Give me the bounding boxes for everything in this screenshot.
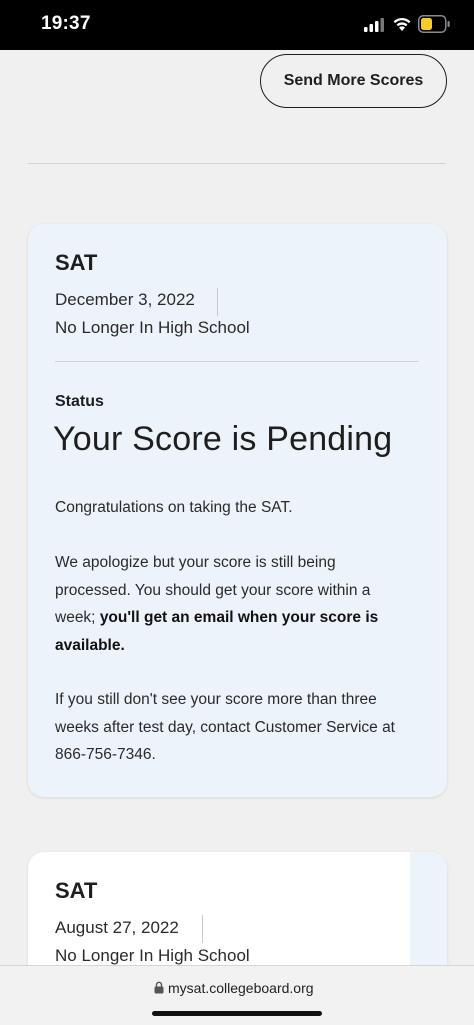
grade-level: No Longer In High School bbox=[55, 946, 250, 965]
grade-level: No Longer In High School bbox=[55, 318, 250, 337]
browser-url-bar[interactable]: mysat.collegeboard.org bbox=[0, 965, 474, 1025]
card-divider bbox=[55, 361, 419, 362]
test-name: SAT bbox=[55, 250, 98, 275]
battery-icon bbox=[418, 15, 450, 33]
test-date: August 27, 2022 bbox=[55, 918, 179, 937]
status-bar: 19:37 bbox=[0, 0, 474, 50]
url-text[interactable]: mysat.collegeboard.org bbox=[168, 980, 314, 996]
status-title: Your Score is Pending bbox=[53, 420, 393, 458]
test-date: December 3, 2022 bbox=[55, 290, 195, 309]
date-separator bbox=[202, 915, 203, 943]
date-separator bbox=[217, 288, 218, 316]
test-name: SAT bbox=[55, 878, 98, 903]
wifi-icon bbox=[393, 17, 411, 31]
signal-icon bbox=[364, 18, 384, 32]
congrats-paragraph: Congratulations on taking the SAT. bbox=[55, 499, 293, 516]
section-divider bbox=[28, 163, 446, 164]
status-time: 19:37 bbox=[41, 13, 91, 34]
support-paragraph: If you still don't see your score more t… bbox=[55, 691, 395, 763]
status-label: Status bbox=[55, 393, 104, 410]
email-notice: you'll get an email when your score is a… bbox=[55, 609, 379, 654]
score-card: SAT December 3, 2022 No Longer In High S… bbox=[28, 224, 447, 797]
send-more-scores-button[interactable]: Send More Scores bbox=[260, 54, 447, 108]
lock-icon bbox=[154, 981, 164, 994]
pending-paragraph: We apologize but your score is still bei… bbox=[55, 549, 405, 659]
home-indicator bbox=[152, 1011, 322, 1016]
